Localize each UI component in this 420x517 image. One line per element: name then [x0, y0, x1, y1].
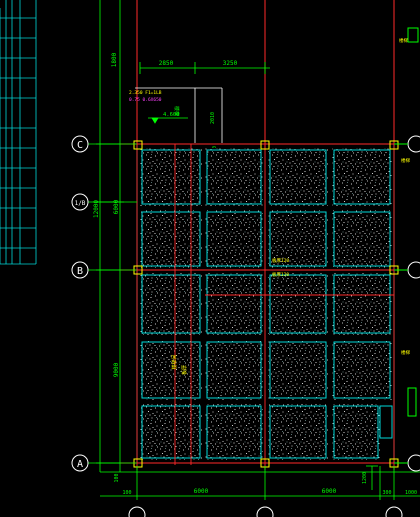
- right-marks: [407, 27, 419, 417]
- callout-2010: 2010: [210, 112, 216, 124]
- top-note-line2: 0.75 0.6X650: [129, 97, 162, 103]
- bottom-dim-span1: 6000: [194, 488, 209, 495]
- slab-note-2: 板厚120: [272, 271, 289, 278]
- bottom-axis-bubbles: [128, 506, 403, 517]
- axis-label-sub: 1/B: [75, 200, 86, 207]
- slab-note-1: 板厚120: [272, 257, 289, 264]
- right-note-1: 楼梯: [401, 157, 410, 164]
- top-right-label: 楼梯: [399, 37, 408, 44]
- bottom-dim-span2: 6000: [322, 488, 337, 495]
- axis-label-a: A: [77, 459, 83, 470]
- left-dim-bottom: 9000: [113, 362, 120, 377]
- right-edge-elements: [394, 135, 420, 472]
- elevation-label: 4.600: [163, 112, 180, 118]
- vertical-axis-lines: [136, 0, 395, 150]
- left-dimension-chain: [96, 0, 124, 472]
- axis-bubble-c: C: [71, 135, 137, 153]
- left-dim-edge: 100: [114, 473, 120, 482]
- top-dim-right: 3250: [223, 60, 238, 67]
- top-note-line1: 2.350 F1=1LB: [129, 90, 162, 96]
- vertical-note-2: 板厚: [181, 365, 188, 375]
- bottom-dim-right-a: 300: [382, 490, 391, 496]
- right-note-2: 楼梯: [401, 349, 410, 356]
- bottom-dim-small: 100: [122, 490, 131, 496]
- left-dim-top: 1800: [111, 52, 118, 67]
- vertical-note-1: 楼梯间: [171, 354, 178, 369]
- axis-bubble-a: A: [71, 454, 137, 472]
- right-dim-bottom: 1200: [362, 472, 368, 484]
- axis-label-c: C: [77, 140, 83, 151]
- bottom-dim-right-b: 1000: [405, 490, 417, 496]
- cad-drawing-canvas[interactable]: 1800 6000 12000 9000 100 2850 3250 2.350…: [0, 0, 420, 517]
- top-dim-left: 2850: [159, 60, 174, 67]
- axis-label-b: B: [77, 266, 83, 277]
- axis-bubble-sub: 1/B: [71, 193, 137, 211]
- slab-panels: [140, 148, 392, 460]
- elevation-marker: [148, 117, 188, 124]
- left-schedule-table: [0, 0, 37, 265]
- axis-bubble-b: B: [71, 261, 137, 279]
